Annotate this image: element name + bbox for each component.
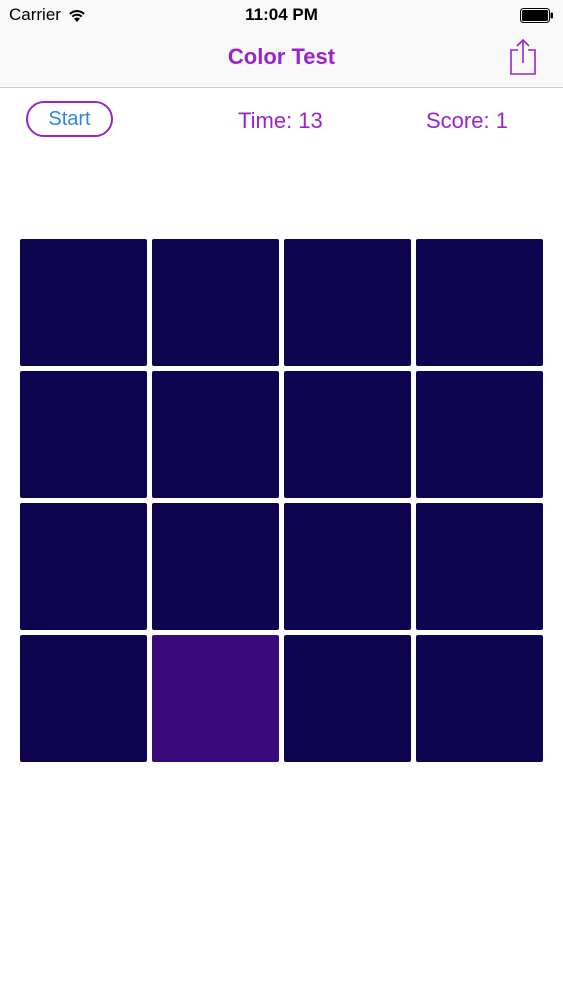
- color-tile[interactable]: [152, 239, 279, 366]
- page-title: Color Test: [227, 44, 336, 69]
- status-bar: Carrier 11:04 PM: [0, 0, 563, 30]
- status-time: 11:04 PM: [245, 5, 318, 24]
- color-tile[interactable]: [152, 503, 279, 630]
- color-tile[interactable]: [284, 371, 411, 498]
- color-tile[interactable]: [284, 635, 411, 762]
- color-tile[interactable]: [20, 239, 147, 366]
- share-button[interactable]: [507, 36, 539, 76]
- color-tile-grid: [20, 239, 543, 762]
- battery-icon: [520, 8, 553, 23]
- start-button[interactable]: Start: [26, 101, 113, 137]
- color-tile[interactable]: [20, 635, 147, 762]
- color-tile[interactable]: [20, 371, 147, 498]
- color-tile[interactable]: [284, 239, 411, 366]
- color-tile[interactable]: [416, 503, 543, 630]
- color-tile[interactable]: [284, 503, 411, 630]
- color-tile[interactable]: [152, 371, 279, 498]
- color-tile[interactable]: [416, 635, 543, 762]
- app-screen: Carrier 11:04 PM Color Test Start Time: …: [0, 0, 563, 1000]
- color-tile-odd[interactable]: [152, 635, 279, 762]
- color-tile[interactable]: [20, 503, 147, 630]
- score-label: Score: 1: [426, 108, 508, 133]
- color-tile[interactable]: [416, 239, 543, 366]
- navigation-bar: Color Test: [0, 30, 563, 88]
- time-label: Time: 13: [238, 108, 323, 133]
- color-tile[interactable]: [416, 371, 543, 498]
- share-icon: [510, 38, 536, 75]
